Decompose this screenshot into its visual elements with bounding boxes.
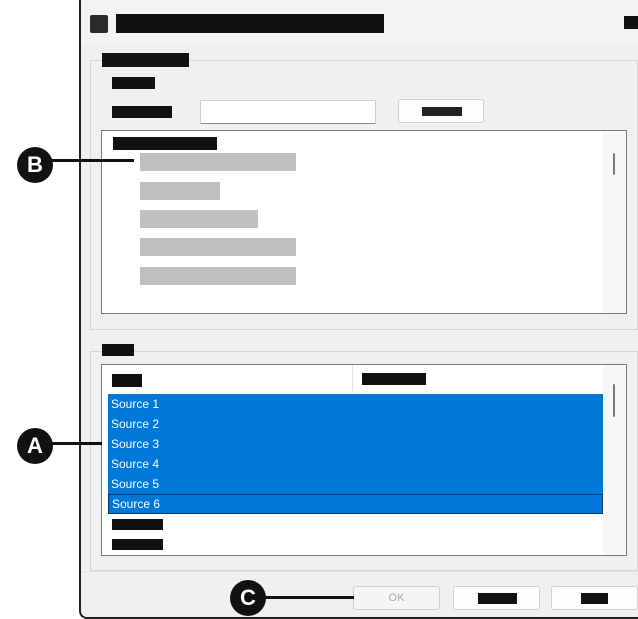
table-scrollbar-thumb[interactable] <box>613 384 615 417</box>
sources-group-title-redacted <box>102 344 134 356</box>
close-icon[interactable] <box>624 16 638 29</box>
settings-group-title-redacted <box>102 53 189 67</box>
table-row-redacted[interactable] <box>112 519 163 530</box>
help-button-label-redacted <box>581 593 608 604</box>
column-header-1-redacted[interactable] <box>112 374 142 387</box>
callout-b-marker: B <box>17 147 53 183</box>
callout-c-marker: C <box>230 580 266 616</box>
cancel-button-label-redacted <box>478 593 517 604</box>
app-icon <box>90 15 108 33</box>
table-row-selected[interactable]: Source 1 <box>108 394 603 414</box>
callout-a-marker: A <box>17 428 53 464</box>
tree-child-item-placeholder[interactable] <box>140 210 258 228</box>
tree-child-item-placeholder[interactable] <box>140 238 296 256</box>
table-row-selected[interactable]: Source 5 <box>108 474 603 494</box>
field-label-redacted <box>112 77 155 89</box>
tree-root-item-redacted[interactable] <box>113 137 217 150</box>
window-title-redacted <box>116 14 384 33</box>
table-row-selected[interactable]: Source 2 <box>108 414 603 434</box>
footer-divider <box>81 571 638 572</box>
input-label-redacted <box>112 106 172 118</box>
path-input[interactable] <box>200 100 376 124</box>
table-row-selected[interactable]: Source 4 <box>108 454 603 474</box>
tree-child-item-placeholder[interactable] <box>140 267 296 285</box>
table-row-selected[interactable]: Source 3 <box>108 434 603 454</box>
ok-button[interactable]: OK <box>353 586 440 610</box>
table-row-focused[interactable]: Source 6 <box>108 494 603 514</box>
table-row-redacted[interactable] <box>112 539 163 550</box>
tree-child-item-placeholder[interactable] <box>140 153 296 171</box>
callout-c-leader-line <box>262 596 354 599</box>
callout-b-leader-line <box>50 159 134 162</box>
column-header-2-redacted[interactable] <box>362 373 426 385</box>
tree-scrollbar-thumb[interactable] <box>613 153 615 175</box>
browse-button-label-redacted <box>422 107 462 116</box>
callout-a-leader-line <box>50 442 102 445</box>
tree-child-item-placeholder[interactable] <box>140 182 220 200</box>
column-divider[interactable] <box>352 365 353 391</box>
